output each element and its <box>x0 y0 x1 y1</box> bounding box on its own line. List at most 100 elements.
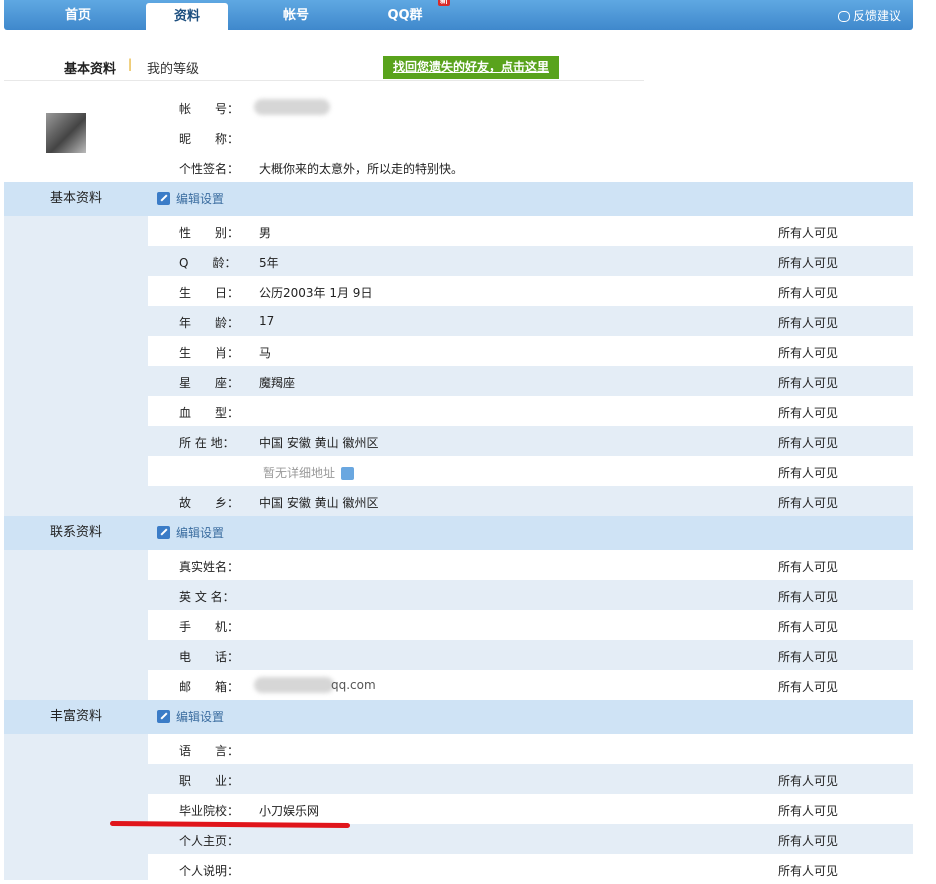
row-visibility: 所有人可见 <box>778 436 839 450</box>
top-nav: 首页 资料 帐号 QQ群 新 反馈建议 <box>4 0 913 30</box>
row-value: 小刀娱乐网 <box>259 804 320 818</box>
section-basic-sidebar <box>4 216 148 516</box>
row-value: qq.com <box>331 678 376 692</box>
row-label: 英 文 名： <box>179 590 235 604</box>
row-visibility: 所有人可见 <box>778 650 839 664</box>
row-label: 手 机： <box>179 620 240 634</box>
row-value: 中国 安徽 黄山 徽州区 <box>259 436 379 450</box>
tab-qq-group-label: QQ群 <box>387 8 423 23</box>
row-visibility: 所有人可见 <box>778 834 839 848</box>
edit-icon <box>157 192 170 205</box>
contact-row-phone: 电 话： 所有人可见 <box>148 640 913 670</box>
row-label: 星 座： <box>179 376 240 390</box>
row-label: 职 业： <box>179 774 240 788</box>
address-placeholder: 暂无详细地址 <box>263 466 336 480</box>
row-label: 生 肖： <box>179 346 240 360</box>
signature-label: 个性签名： <box>179 162 240 176</box>
row-visibility: 所有人可见 <box>778 774 839 788</box>
account-label: 帐 号： <box>179 102 240 116</box>
row-visibility: 所有人可见 <box>778 590 839 604</box>
contact-row-real-name: 真实姓名： 所有人可见 <box>148 550 913 580</box>
row-visibility: 所有人可见 <box>778 560 839 574</box>
avatar[interactable] <box>46 113 86 153</box>
feedback-label: 反馈建议 <box>852 9 901 23</box>
edit-icon <box>157 526 170 539</box>
row-label: 个人说明： <box>179 864 240 878</box>
row-visibility: 所有人可见 <box>778 864 839 878</box>
rich-row-school: 毕业院校： 小刀娱乐网 所有人可见 <box>148 794 913 824</box>
edit-basic-button[interactable]: 编辑设置 <box>157 192 224 206</box>
rich-row-language: 语 言： <box>148 734 913 764</box>
section-rich-sidebar <box>4 734 148 880</box>
section-contact-sidebar <box>4 550 148 700</box>
row-label: Q 龄： <box>179 256 237 270</box>
row-visibility: 所有人可见 <box>778 346 839 360</box>
tab-qq-group[interactable]: QQ群 新 <box>366 0 450 30</box>
signature-value: 大概你来的太意外，所以走的特别快。 <box>259 162 464 176</box>
basic-row-location: 所 在 地： 中国 安徽 黄山 徽州区 所有人可见 <box>148 426 913 456</box>
row-value: 公历2003年 1月 9日 <box>259 286 373 300</box>
row-label: 个人主页： <box>179 834 240 848</box>
row-visibility: 所有人可见 <box>778 804 839 818</box>
edit-basic-label: 编辑设置 <box>176 192 225 206</box>
row-value: 5年 <box>259 256 279 270</box>
new-badge: 新 <box>438 0 450 6</box>
row-visibility: 所有人可见 <box>778 496 839 510</box>
row-visibility: 所有人可见 <box>778 466 839 480</box>
tab-account[interactable]: 帐号 <box>252 0 340 30</box>
contact-row-english-name: 英 文 名： 所有人可见 <box>148 580 913 610</box>
row-label: 真实姓名： <box>179 560 240 574</box>
nickname-label: 昵 称： <box>179 132 240 146</box>
row-label: 语 言： <box>179 744 240 758</box>
subnav-separator: | <box>128 57 133 71</box>
find-lost-friends-button[interactable]: 找回您遗失的好友，点击这里 <box>383 56 559 79</box>
row-visibility: 所有人可见 <box>778 376 839 390</box>
section-rich-title: 丰富资料 <box>49 709 102 724</box>
tab-profile[interactable]: 资料 <box>146 3 228 30</box>
basic-row-constellation: 星 座： 魔羯座 所有人可见 <box>148 366 913 396</box>
row-label: 性 别： <box>179 226 240 240</box>
feedback-link[interactable]: 反馈建议 <box>837 0 901 32</box>
row-label: 毕业院校： <box>179 804 240 818</box>
edit-rich-button[interactable]: 编辑设置 <box>157 710 224 724</box>
row-value: 魔羯座 <box>259 376 296 390</box>
map-icon[interactable] <box>341 467 355 480</box>
basic-row-hometown: 故 乡： 中国 安徽 黄山 徽州区 所有人可见 <box>148 486 913 516</box>
row-value: 17 <box>259 314 275 328</box>
row-label: 故 乡： <box>179 496 240 510</box>
email-redacted <box>254 677 334 693</box>
basic-row-qage: Q 龄： 5年 所有人可见 <box>148 246 913 276</box>
rich-row-homepage: 个人主页： 所有人可见 <box>148 824 913 854</box>
row-visibility: 所有人可见 <box>778 620 839 634</box>
chat-bubble-icon <box>837 11 850 22</box>
tab-home[interactable]: 首页 <box>24 0 132 30</box>
row-label: 血 型： <box>179 406 240 420</box>
row-value: 暂无详细地址 <box>263 464 355 481</box>
contact-row-email: 邮 箱： qq.com 所有人可见 <box>148 670 913 700</box>
basic-row-zodiac: 生 肖： 马 所有人可见 <box>148 336 913 366</box>
section-basic-title: 基本资料 <box>49 191 102 206</box>
row-visibility: 所有人可见 <box>778 286 839 300</box>
row-visibility: 所有人可见 <box>778 226 839 240</box>
subnav-basic-info[interactable]: 基本资料 <box>64 58 116 77</box>
rich-row-occupation: 职 业： 所有人可见 <box>148 764 913 794</box>
row-label: 生 日： <box>179 286 240 300</box>
basic-row-gender: 性 别： 男 所有人可见 <box>148 216 913 246</box>
edit-contact-label: 编辑设置 <box>176 526 225 540</box>
row-visibility: 所有人可见 <box>778 406 839 420</box>
section-contact-title: 联系资料 <box>49 525 102 540</box>
basic-row-blood-type: 血 型： 所有人可见 <box>148 396 913 426</box>
row-value: 马 <box>259 346 272 360</box>
edit-rich-label: 编辑设置 <box>176 710 225 724</box>
row-label: 邮 箱： <box>179 680 240 694</box>
edit-contact-button[interactable]: 编辑设置 <box>157 526 224 540</box>
row-label: 电 话： <box>179 650 240 664</box>
row-label: 年 龄： <box>179 316 240 330</box>
row-value: 中国 安徽 黄山 徽州区 <box>259 496 379 510</box>
account-value-redacted <box>254 99 330 115</box>
row-visibility: 所有人可见 <box>778 256 839 270</box>
basic-row-birthday: 生 日： 公历2003年 1月 9日 所有人可见 <box>148 276 913 306</box>
row-value: 男 <box>259 226 272 240</box>
subnav-my-level[interactable]: 我的等级 <box>147 58 199 77</box>
edit-icon <box>157 710 170 723</box>
